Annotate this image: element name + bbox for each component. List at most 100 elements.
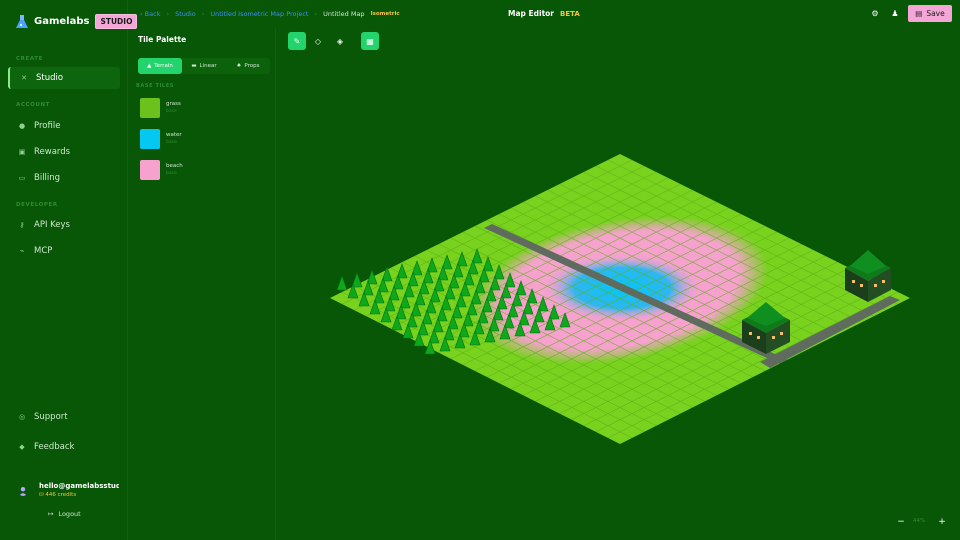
beta-badge: BETA xyxy=(560,9,580,18)
user-card[interactable]: hello@gamelabsstudi... ⛁ 446 credits ↦ L… xyxy=(8,476,120,526)
save-icon: ▤ xyxy=(915,9,923,18)
top-bar: ‹ Back › Studio › Untitled Isometric Map… xyxy=(128,0,960,28)
user-credits: ⛁ 446 credits xyxy=(39,492,77,498)
plus-icon: + xyxy=(938,517,946,527)
sidebar-item-billing[interactable]: ▭ Billing xyxy=(8,167,120,189)
fill-tool[interactable]: ◈ xyxy=(331,32,349,50)
key-icon: ⚷ xyxy=(19,221,25,229)
person-icon: ♟ xyxy=(891,8,899,18)
export-button[interactable]: ♟ xyxy=(888,6,902,20)
tile-swatch xyxy=(140,98,160,118)
tab-props[interactable]: ♠ Props xyxy=(226,58,270,74)
road-icon: ▬ xyxy=(191,63,197,69)
flask-icon xyxy=(16,14,28,28)
sidebar-item-label: Studio xyxy=(36,73,64,83)
tile-swatch xyxy=(140,160,160,180)
palette-title: Tile Palette xyxy=(138,35,187,44)
tile-water[interactable]: water base xyxy=(140,129,260,151)
credits-value: 446 credits xyxy=(45,492,77,498)
tile-palette-panel: Tile Palette ▲ Terrain ▬ Linear ♠ Props … xyxy=(128,28,276,540)
tab-linear[interactable]: ▬ Linear xyxy=(182,58,226,74)
breadcrumb-current: Untitled Map xyxy=(323,10,365,18)
brand[interactable]: Gamelabs STUDIO xyxy=(16,14,138,29)
tile-sub: base xyxy=(166,140,177,145)
eraser-tool[interactable]: ◇ xyxy=(309,32,327,50)
wand-icon: ✕ xyxy=(21,74,27,82)
sidebar-item-api-keys[interactable]: ⚷ API Keys xyxy=(8,214,120,236)
sidebar-item-label: Support xyxy=(34,412,68,422)
mountain-icon: ▲ xyxy=(147,63,152,69)
editor-title: Map Editor BETA xyxy=(508,9,580,18)
tree xyxy=(336,275,348,291)
palette-tabs: ▲ Terrain ▬ Linear ♠ Props xyxy=(138,58,270,74)
sidebar-item-support[interactable]: ◎ Support xyxy=(8,406,120,428)
sidebar-item-label: API Keys xyxy=(34,220,70,230)
user-email: hello@gamelabsstudi... xyxy=(39,482,119,490)
sidebar-item-label: Rewards xyxy=(34,147,71,157)
back-label: Back xyxy=(144,10,161,18)
section-account: ACCOUNT xyxy=(16,102,51,108)
plug-icon: ⌁ xyxy=(19,247,25,255)
bucket-icon: ◈ xyxy=(336,36,344,46)
breadcrumb: ‹ Back › Studio › Untitled Isometric Map… xyxy=(140,10,400,18)
grid-icon: ▦ xyxy=(366,36,374,46)
tile-sub: base xyxy=(166,171,177,176)
tab-label: Props xyxy=(244,63,260,69)
save-button[interactable]: ▤ Save xyxy=(908,5,952,22)
zoom-out-button[interactable]: − xyxy=(895,516,907,528)
zoom-level: 44% xyxy=(913,518,926,524)
chat-icon: ◆ xyxy=(19,443,25,451)
breadcrumb-separator: › xyxy=(166,10,170,18)
tile-name: beach xyxy=(166,163,183,169)
breadcrumb-separator: › xyxy=(314,10,318,18)
gift-icon: ▣ xyxy=(18,148,26,156)
tile-beach[interactable]: beach base xyxy=(140,160,260,182)
section-create: CREATE xyxy=(16,56,43,62)
sidebar-item-profile[interactable]: ● Profile xyxy=(8,115,120,137)
sidebar-item-studio[interactable]: ✕ Studio xyxy=(8,67,120,89)
sidebar-item-label: Profile xyxy=(34,121,61,131)
brush-icon: ✎ xyxy=(293,36,301,46)
breadcrumb-project[interactable]: Untitled Isometric Map Project xyxy=(210,10,308,18)
sidebar-item-mcp[interactable]: ⌁ MCP xyxy=(8,240,120,262)
lifebuoy-icon: ◎ xyxy=(18,413,26,421)
tile-name: water xyxy=(166,132,182,138)
tree-icon: ♠ xyxy=(236,63,242,69)
card-icon: ▭ xyxy=(18,174,26,182)
tab-label: Terrain xyxy=(154,63,173,69)
back-link[interactable]: ‹ Back xyxy=(140,10,160,18)
sidebar-item-feedback[interactable]: ◆ Feedback xyxy=(8,436,120,458)
sidebar: Gamelabs STUDIO CREATE ✕ Studio ACCOUNT … xyxy=(0,0,138,540)
section-developer: DEVELOPER xyxy=(16,202,58,208)
brush-tool[interactable]: ✎ xyxy=(288,32,306,50)
tab-label: Linear xyxy=(199,63,217,69)
sidebar-item-rewards[interactable]: ▣ Rewards xyxy=(8,141,120,163)
user-icon: ● xyxy=(18,122,26,130)
breadcrumb-studio[interactable]: Studio xyxy=(175,10,196,18)
logout-label: Logout xyxy=(58,510,81,518)
tile-sub: base xyxy=(166,109,177,114)
tile-swatch xyxy=(140,129,160,149)
logout-button[interactable]: ↦ Logout xyxy=(48,510,81,518)
sidebar-item-label: Billing xyxy=(34,173,61,183)
gear-icon: ⚙ xyxy=(871,8,879,18)
zoom-in-button[interactable]: + xyxy=(936,516,948,528)
sidebar-item-label: MCP xyxy=(34,246,53,256)
eraser-icon: ◇ xyxy=(314,36,322,46)
map-type-tag: Isometric xyxy=(370,11,400,17)
avatar-icon xyxy=(19,487,27,496)
brand-name: Gamelabs xyxy=(34,16,90,27)
grid-toggle[interactable]: ▦ xyxy=(361,32,379,50)
tab-terrain[interactable]: ▲ Terrain xyxy=(138,58,182,74)
palette-section-label: BASE TILES xyxy=(136,83,174,89)
page-title: Map Editor xyxy=(508,9,555,18)
sidebar-item-label: Feedback xyxy=(34,442,75,452)
map-canvas[interactable] xyxy=(278,56,960,540)
logout-icon: ↦ xyxy=(48,510,54,518)
tile-name: grass xyxy=(166,101,181,107)
minus-icon: − xyxy=(897,517,905,527)
settings-button[interactable]: ⚙ xyxy=(868,6,882,20)
tile-grass[interactable]: grass base xyxy=(140,98,260,120)
save-label: Save xyxy=(926,9,945,18)
breadcrumb-separator: › xyxy=(201,10,205,18)
